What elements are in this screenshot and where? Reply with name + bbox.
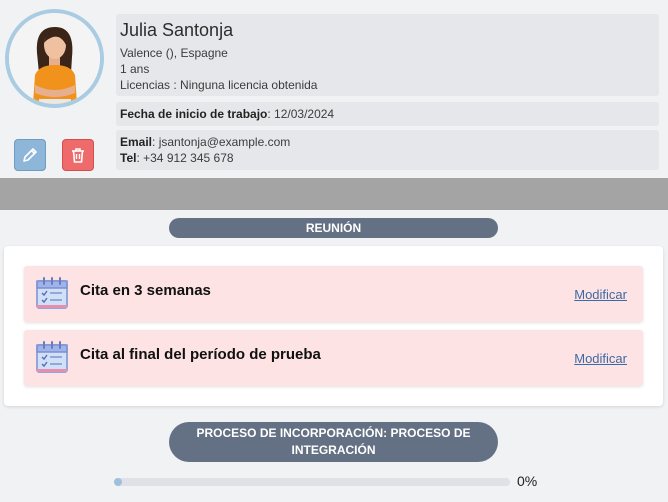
- appointment-title: Cita al final del período de prueba: [80, 346, 321, 363]
- meeting-section-title: REUNIÓN: [169, 218, 498, 238]
- profile-header: Julia Santonja Valence (), Espagne 1 ans…: [0, 0, 668, 178]
- section-divider: [0, 178, 668, 210]
- employee-licenses: Licencias : Ninguna licencia obtenida: [120, 78, 318, 92]
- employee-seniority: 1 ans: [120, 62, 150, 76]
- onboarding-progress-bar: [114, 478, 510, 486]
- edit-button[interactable]: [14, 139, 46, 171]
- appointment-title: Cita en 3 semanas: [80, 282, 211, 299]
- appointment-item: Cita en 3 semanas Modificar: [24, 266, 643, 322]
- pencil-icon: [23, 148, 37, 162]
- employee-name: Julia Santonja: [120, 20, 234, 40]
- contact-card: Email: jsantonja@example.com Tel: +34 91…: [116, 130, 659, 170]
- modify-link[interactable]: Modificar: [574, 351, 627, 366]
- avatar-photo: [9, 13, 100, 104]
- email-label: Email: [120, 135, 153, 149]
- employee-location: Valence (), Espagne: [120, 46, 228, 60]
- tel-label: Tel: [120, 151, 137, 165]
- trash-icon: [72, 148, 84, 163]
- modify-link[interactable]: Modificar: [574, 287, 627, 302]
- onboarding-process-title: PROCESO DE INCORPORACIÓN: PROCESO DE INT…: [169, 422, 498, 462]
- calendar-icon: [36, 277, 68, 309]
- progress-percent: 0%: [517, 473, 538, 489]
- avatar: [5, 9, 104, 108]
- calendar-icon: [36, 341, 68, 373]
- delete-button[interactable]: [62, 139, 94, 171]
- appointment-item: Cita al final del período de prueba Modi…: [24, 330, 643, 386]
- progress-fill: [114, 478, 122, 486]
- profile-info-card: Julia Santonja Valence (), Espagne 1 ans…: [116, 14, 659, 96]
- start-date-card: Fecha de inicio de trabajo: 12/03/2024: [116, 102, 659, 126]
- tel-value: +34 912 345 678: [143, 151, 234, 165]
- appointments-panel: Cita en 3 semanas Modificar Cita al fina…: [4, 246, 663, 406]
- email-separator: :: [152, 135, 159, 149]
- start-date-label: Fecha de inicio de trabajo: [120, 107, 268, 121]
- email-value: jsantonja@example.com: [158, 135, 291, 149]
- start-date-value: 12/03/2024: [274, 107, 335, 121]
